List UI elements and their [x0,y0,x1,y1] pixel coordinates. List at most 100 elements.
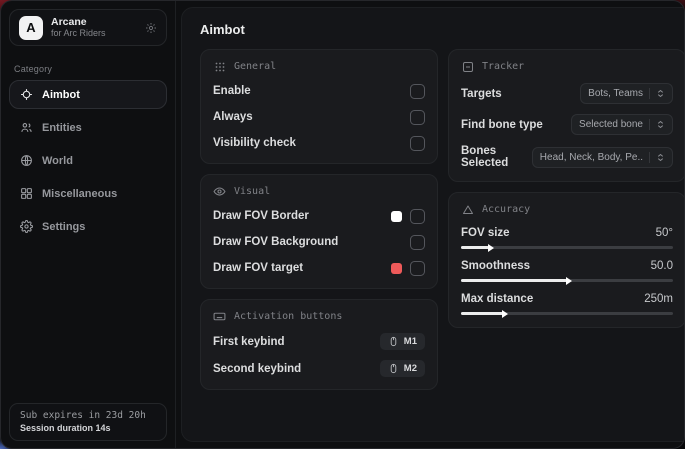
select-value: Head, Neck, Body, Pe.. [540,152,643,163]
sidebar-item-label: World [42,155,73,167]
visibility-check-checkbox[interactable] [410,136,425,151]
setting-label: Always [213,111,253,123]
sidebar-item-label: Settings [42,221,85,233]
second-keybind-button[interactable]: M2 [380,360,425,377]
mouse-icon [388,336,399,347]
accuracy-card: Accuracy FOV size 50° [448,192,685,328]
max-distance-setting: Max distance 250m [461,293,673,315]
setting-label: Second keybind [213,363,301,375]
section-title: Activation buttons [234,311,342,322]
setting-label: Smoothness [461,260,530,272]
draw-fov-target-checkbox[interactable] [410,261,425,276]
keybind-value: M1 [404,336,417,347]
smoothness-setting: Smoothness 50.0 [461,260,673,282]
sidebar: A Arcane for Arc Riders Category [1,1,176,448]
sidebar-item-settings[interactable]: Settings [9,212,167,241]
left-column: General Enable Always Visibility check [200,49,438,390]
draw-fov-background-checkbox[interactable] [410,235,425,250]
slider-thumb[interactable] [566,277,572,285]
find-bone-type-select[interactable]: Selected bone [571,114,673,135]
grid-icon [20,187,33,200]
fov-border-color-swatch[interactable] [391,211,402,222]
draw-fov-border-checkbox[interactable] [410,209,425,224]
setting-row: Targets Bots, Teams [461,83,673,104]
select-value: Selected bone [579,119,643,130]
subscription-card: Sub expires in 23d 20h Session duration … [9,403,167,441]
divider [649,88,650,99]
setting-row: Visibility check [213,135,425,151]
fov-size-setting: FOV size 50° [461,227,673,249]
bones-selected-select[interactable]: Head, Neck, Body, Pe.. [532,147,673,168]
section-title: Accuracy [482,204,530,215]
visual-card: Visual Draw FOV Border Draw FOV Backgrou… [200,174,438,289]
settings-gear-icon[interactable] [145,22,157,34]
setting-row: Bones Selected Head, Neck, Body, Pe.. [461,145,673,169]
slider-fill [461,246,489,249]
setting-value: 50.0 [651,260,673,272]
app-window: A Arcane for Arc Riders Category [0,0,685,449]
setting-row: Draw FOV target [213,260,425,276]
sidebar-item-aimbot[interactable]: Aimbot [9,80,167,109]
setting-label: Max distance [461,293,533,305]
setting-row: Draw FOV Border [213,208,425,224]
activation-card: Activation buttons First keybind [200,299,438,390]
setting-row: First keybind M1 [213,333,425,350]
always-checkbox[interactable] [410,110,425,125]
smoothness-slider[interactable] [461,279,673,282]
sidebar-item-entities[interactable]: Entities [9,113,167,142]
page-title: Aimbot [200,22,685,37]
section-title: General [234,61,276,72]
brand-text: Arcane for Arc Riders [51,16,137,38]
tracker-card: Tracker Targets Bots, Teams [448,49,685,182]
setting-label: Find bone type [461,119,543,131]
setting-value: 50° [656,227,673,239]
fov-target-color-swatch[interactable] [391,263,402,274]
main-area: Aimbot [176,1,685,448]
sidebar-item-label: Aimbot [42,89,80,101]
setting-row: Always [213,109,425,125]
max-distance-slider[interactable] [461,312,673,315]
divider [649,119,650,130]
sub-expiry-text: Sub expires in 23d 20h [20,410,156,421]
setting-row: Find bone type Selected bone [461,114,673,135]
sidebar-item-miscellaneous[interactable]: Miscellaneous [9,179,167,208]
fov-size-slider[interactable] [461,246,673,249]
setting-label: Draw FOV target [213,262,303,274]
category-label: Category [1,54,175,80]
select-value: Bots, Teams [588,88,643,99]
keybind-value: M2 [404,363,417,374]
setting-row: Enable [213,83,425,99]
app-logo: A [19,16,43,40]
app-title: Arcane [51,16,137,28]
main-panel: Aimbot [181,7,685,442]
keyboard-icon [213,310,226,323]
slider-fill [461,312,503,315]
selector-chevrons-icon [656,88,665,99]
setting-label: Draw FOV Background [213,236,338,248]
slider-thumb[interactable] [502,310,508,318]
entities-icon [20,121,33,134]
sidebar-item-label: Entities [42,122,82,134]
setting-label: Visibility check [213,137,296,149]
sidebar-nav: Aimbot Entities [1,80,175,241]
tracker-frame-icon [461,60,474,73]
setting-row: Draw FOV Background [213,234,425,250]
eye-icon [213,185,226,198]
setting-label: Targets [461,88,502,100]
right-column: Tracker Targets Bots, Teams [448,49,685,328]
targets-select[interactable]: Bots, Teams [580,83,673,104]
section-title: Tracker [482,61,524,72]
brand-card: A Arcane for Arc Riders [9,9,167,46]
setting-label: FOV size [461,227,510,239]
triangle-icon [461,203,474,216]
enable-checkbox[interactable] [410,84,425,99]
session-duration-text: Session duration 14s [20,423,156,433]
gear-icon [20,220,33,233]
first-keybind-button[interactable]: M1 [380,333,425,350]
app-subtitle: for Arc Riders [51,28,137,38]
setting-label: First keybind [213,336,285,348]
setting-row: Second keybind M2 [213,360,425,377]
slider-thumb[interactable] [488,244,494,252]
sidebar-item-world[interactable]: World [9,146,167,175]
globe-icon [20,154,33,167]
